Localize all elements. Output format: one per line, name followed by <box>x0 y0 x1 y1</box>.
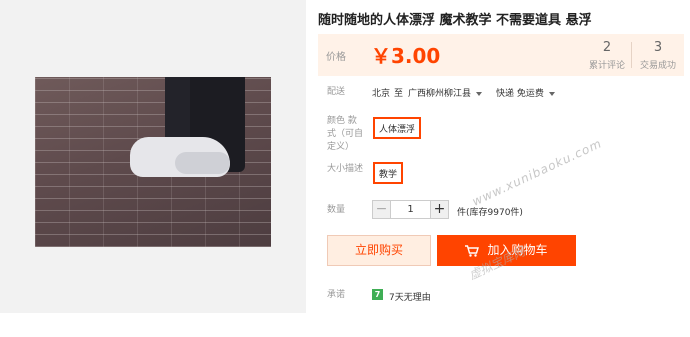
review-count: 2 <box>602 40 612 55</box>
size-label: 大小描述 <box>327 164 364 174</box>
seven-day-return-icon: 7 <box>372 289 383 300</box>
price-panel: 价格 ￥3.00 2 累计评论 3 交易成功 <box>318 34 684 76</box>
chevron-down-icon <box>476 91 483 96</box>
product-gallery <box>0 0 306 313</box>
product-image[interactable] <box>35 77 271 247</box>
ship-destination: 广西柳州柳江县 <box>408 89 472 99</box>
cart-icon <box>465 244 480 257</box>
sku-option-color[interactable]: 人体漂浮 <box>373 117 422 139</box>
shipping-label: 配送 <box>327 87 346 97</box>
buy-now-button[interactable]: 立即购买 <box>327 235 431 266</box>
decrease-button[interactable]: − <box>372 200 391 219</box>
price-value: ￥3.00 <box>371 44 441 68</box>
color-label-line2: 式（可自 <box>327 129 364 139</box>
review-count-label: 累计评论 <box>588 61 625 71</box>
watermark-url: www.xunibaoku.com <box>470 136 605 209</box>
ship-method: 快递 免运费 <box>496 89 544 99</box>
sales-count-label: 交易成功 <box>639 61 676 71</box>
sales-count: 3 <box>653 40 663 55</box>
product-title: 随时随地的人体漂浮 魔术教学 不需要道具 悬浮 <box>318 13 592 28</box>
stock-text: 件(库存9970件) <box>457 208 523 218</box>
quantity-input[interactable]: 1 <box>391 200 430 219</box>
promise-label: 承诺 <box>327 290 346 300</box>
color-label-line3: 定义） <box>327 142 355 152</box>
sku-option-size[interactable]: 教学 <box>373 162 404 184</box>
quantity-label: 数量 <box>327 205 346 215</box>
price-label: 价格 <box>326 52 346 63</box>
increase-button[interactable]: + <box>430 200 449 219</box>
promise-text[interactable]: 7天无理由 <box>389 290 431 303</box>
image-shoe-shape <box>175 152 230 174</box>
ship-from: 北京 <box>372 89 391 99</box>
ship-to-word: 至 <box>394 89 404 99</box>
review-count-stat[interactable]: 2 累计评论 <box>580 40 634 71</box>
sales-count-stat[interactable]: 3 交易成功 <box>631 40 685 71</box>
ship-destination-select[interactable]: 广西柳州柳江县 <box>408 86 483 99</box>
chevron-down-icon <box>548 91 555 96</box>
color-label-line1: 颜色 款 <box>327 116 357 126</box>
ship-method-select[interactable]: 快递 免运费 <box>496 86 555 99</box>
